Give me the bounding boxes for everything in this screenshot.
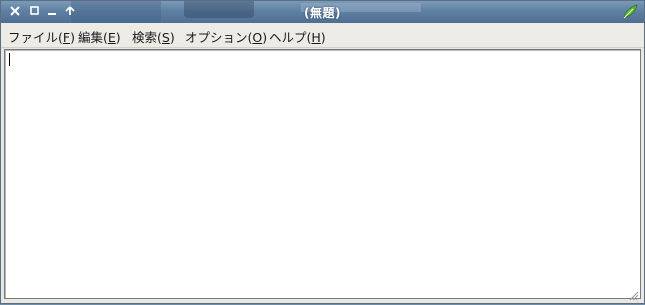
menu-search-suffix: )	[169, 30, 175, 45]
menu-help-suffix: )	[320, 30, 326, 45]
menu-help[interactable]: ヘルプ(H)	[269, 27, 326, 46]
menu-options-suffix: )	[262, 30, 268, 45]
menu-search-accel: S	[161, 30, 170, 45]
leafpad-icon[interactable]	[622, 4, 638, 20]
menu-help-label: ヘルプ(	[269, 30, 312, 45]
window-title: (無題)	[304, 6, 341, 20]
menu-edit-label: 編集(	[78, 30, 108, 45]
menu-bar: ファイル(F) 編集(E) 検索(S) オプション(O) ヘルプ(H)	[1, 23, 644, 48]
text-editor-area[interactable]	[4, 49, 641, 301]
menu-help-accel: H	[311, 30, 321, 45]
resize-grip-icon[interactable]	[628, 286, 639, 301]
text-caret	[9, 53, 10, 66]
menu-file-label: ファイル(	[8, 30, 63, 45]
menu-options-accel: O	[252, 30, 263, 45]
menu-search-label: 検索(	[132, 30, 162, 45]
menu-file[interactable]: ファイル(F)	[8, 27, 75, 46]
menu-options-label: オプション(	[185, 30, 253, 45]
menu-edit-accel: E	[107, 30, 116, 45]
menu-search[interactable]: 検索(S)	[132, 27, 175, 46]
menu-file-suffix: )	[70, 30, 75, 45]
menu-options[interactable]: オプション(O)	[185, 27, 267, 46]
app-window: (無題) ファイル(F) 編集(E) 検索(S) オプション(O) ヘルプ(H)	[0, 0, 645, 304]
menu-edit-suffix: )	[115, 30, 121, 45]
menu-file-accel: F	[62, 30, 71, 45]
menu-edit[interactable]: 編集(E)	[78, 27, 121, 46]
title-bar[interactable]: (無題)	[1, 1, 644, 23]
